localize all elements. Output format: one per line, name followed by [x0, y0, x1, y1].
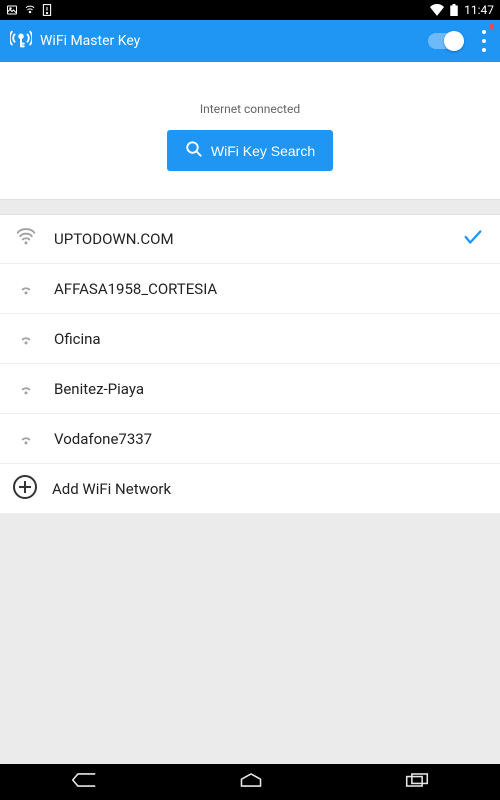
app-header: WiFi Master Key	[0, 20, 500, 62]
overflow-menu-icon[interactable]	[478, 26, 490, 56]
add-wifi-label: Add WiFi Network	[52, 480, 171, 498]
app-title: WiFi Master Key	[40, 33, 140, 49]
wifi-signal-icon	[16, 377, 36, 401]
search-button-label: WiFi Key Search	[211, 143, 315, 159]
empty-region	[0, 514, 500, 764]
battery-icon	[450, 4, 458, 16]
status-bar: 11:47	[0, 0, 500, 20]
app-logo-icon	[10, 28, 32, 54]
recents-button[interactable]	[385, 766, 449, 798]
connected-check-icon	[462, 226, 484, 252]
wifi-status-icon	[430, 4, 444, 16]
wifi-item[interactable]: AFFASA1958_CORTESIA	[0, 264, 500, 314]
wifi-name: AFFASA1958_CORTESIA	[54, 280, 217, 298]
clock: 11:47	[464, 3, 494, 17]
add-wifi-button[interactable]: Add WiFi Network	[0, 464, 500, 514]
android-nav-bar	[0, 764, 500, 800]
wifi-item[interactable]: Oficina	[0, 314, 500, 364]
wifi-item[interactable]: Benitez-Piaya	[0, 364, 500, 414]
wifi-name: UPTODOWN.COM	[54, 230, 174, 248]
wifi-signal-icon	[16, 327, 36, 351]
wifi-signal-icon	[16, 277, 36, 301]
wifi-signal-icon	[16, 427, 36, 451]
wifi-list: UPTODOWN.COM AFFASA1958_CORTESIA Oficina Be…	[0, 214, 500, 514]
image-icon	[6, 4, 18, 16]
wifi-item[interactable]: Vodafone7337	[0, 414, 500, 464]
notification-badge	[489, 24, 494, 29]
wifi-activity-icon	[24, 4, 36, 16]
wifi-item[interactable]: UPTODOWN.COM	[0, 214, 500, 264]
plus-icon	[12, 474, 38, 504]
connection-banner: Internet connected WiFi Key Search	[0, 62, 500, 200]
wifi-toggle[interactable]	[428, 33, 462, 49]
alert-icon	[42, 4, 52, 16]
connection-status: Internet connected	[200, 102, 300, 116]
back-button[interactable]	[51, 766, 117, 798]
wifi-key-search-button[interactable]: WiFi Key Search	[167, 130, 333, 171]
wifi-name: Benitez-Piaya	[54, 380, 144, 398]
search-icon	[185, 140, 203, 161]
wifi-name: Vodafone7337	[54, 430, 152, 448]
home-button[interactable]	[218, 766, 284, 798]
wifi-name: Oficina	[54, 330, 101, 348]
wifi-signal-icon	[16, 227, 36, 251]
